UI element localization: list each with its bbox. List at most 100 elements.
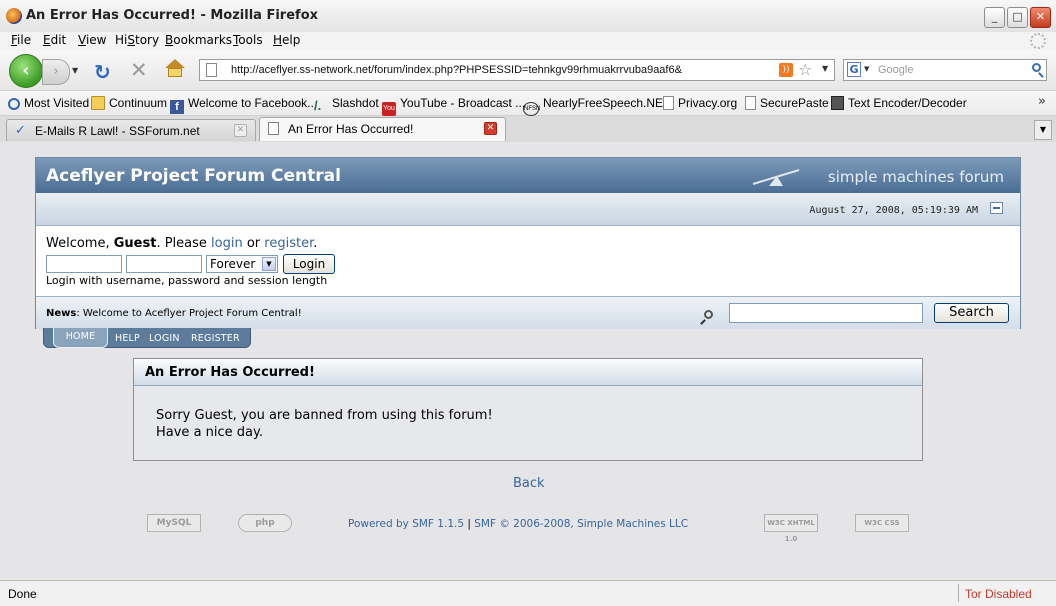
page-icon xyxy=(745,96,756,110)
menu-edit-mnemonic: E xyxy=(43,33,51,47)
welcome-text: Welcome, Guest. Please login or register… xyxy=(46,236,317,251)
date-bar: August 27, 2008, 05:19:39 AM xyxy=(36,193,1020,226)
bookmark-nfsn[interactable]: NFSN NearlyFreeSpeech.NET xyxy=(523,96,670,116)
bookmark-facebook[interactable]: f Welcome to Facebook... xyxy=(170,96,317,114)
bookmark-label: Welcome to Facebook... xyxy=(188,96,318,110)
period-text: . xyxy=(313,236,318,251)
back-link[interactable]: Back xyxy=(513,476,545,491)
session-length-value: Forever xyxy=(210,257,256,271)
menu-tools[interactable]: Tools xyxy=(233,33,263,47)
close-icon[interactable]: ✕ xyxy=(484,122,497,135)
bookmark-label: Continuum xyxy=(109,96,168,110)
footer-separator: | xyxy=(464,518,475,530)
menu-file[interactable]: File xyxy=(11,33,31,47)
encoder-icon xyxy=(831,96,844,110)
url-bar[interactable]: http://aceflyer.ss-network.net/forum/ind… xyxy=(199,59,835,81)
stop-icon[interactable]: ✕ xyxy=(130,58,148,82)
session-length-select[interactable]: Forever ▼ xyxy=(206,255,278,273)
register-link[interactable]: register xyxy=(264,236,313,251)
news-label: News xyxy=(46,308,77,319)
slashdot-icon: /. xyxy=(314,98,322,113)
bookmark-securepaste[interactable]: SecurePaste xyxy=(745,96,829,110)
nav-tab-register[interactable]: REGISTER xyxy=(191,333,240,344)
nav-tab-home[interactable]: HOME xyxy=(53,328,108,348)
forum-search-input[interactable] xyxy=(729,303,923,323)
forum-title: Aceflyer Project Forum Central xyxy=(46,166,341,186)
history-dropdown-icon[interactable]: ▼ xyxy=(72,66,78,75)
menu-history[interactable]: HiStory xyxy=(115,33,159,47)
login-button[interactable]: Login xyxy=(283,254,335,274)
menu-tools-mnemonic: T xyxy=(233,33,239,47)
bookmark-youtube[interactable]: You YouTube - Broadcast ... xyxy=(382,96,525,116)
url-text[interactable]: http://aceflyer.ss-network.net/forum/ind… xyxy=(231,64,682,76)
window-title: An Error Has Occurred! - Mozilla Firefox xyxy=(26,8,319,23)
maximize-button[interactable]: □ xyxy=(1007,7,1028,28)
nav-tab-login[interactable]: LOGIN xyxy=(149,333,180,344)
chevron-down-icon: ▼ xyxy=(262,257,276,271)
chevron-right-icon[interactable]: » xyxy=(1038,94,1046,109)
home-roof-shape xyxy=(165,59,185,68)
home-body-shape xyxy=(168,68,182,77)
menu-help[interactable]: Help xyxy=(273,33,300,47)
search-icon[interactable] xyxy=(1032,63,1041,72)
search-icon xyxy=(704,310,713,319)
error-line-1: Sorry Guest, you are banned from using t… xyxy=(156,408,493,423)
web-search-box[interactable]: G ▼ Google xyxy=(843,59,1047,81)
forum-search-button[interactable]: Search xyxy=(934,303,1009,323)
bookmark-privacy-org[interactable]: Privacy.org xyxy=(663,96,737,110)
mysql-badge[interactable]: MySQL xyxy=(147,514,201,532)
php-badge[interactable]: php xyxy=(238,514,292,532)
w3c-xhtml-badge[interactable]: W3C XHTML 1.0 xyxy=(764,514,818,543)
menu-bar: File Edit View HiStory Bookmarks Tools H… xyxy=(0,32,1056,50)
back-button[interactable]: ‹ xyxy=(9,54,43,88)
bookmark-continuum[interactable]: Continuum xyxy=(91,96,167,110)
menu-edit[interactable]: Edit xyxy=(43,33,66,47)
menu-help-mnemonic: H xyxy=(273,33,283,47)
url-dropdown-icon[interactable]: ▼ xyxy=(822,64,828,73)
password-input[interactable] xyxy=(126,255,202,273)
username-input[interactable] xyxy=(46,255,122,273)
close-button[interactable]: ✕ xyxy=(1030,7,1051,28)
home-icon[interactable] xyxy=(165,59,185,79)
w3c-css-badge[interactable]: W3C CSS xyxy=(855,514,909,532)
tab-error[interactable]: An Error Has Occurred! ✕ xyxy=(259,117,506,141)
bookmark-label: Most Visited xyxy=(24,96,90,110)
bookmark-label: NearlyFreeSpeech.NET xyxy=(543,96,671,110)
powered-by-link[interactable]: Powered by SMF 1.1.5 xyxy=(348,518,464,530)
close-icon[interactable]: ✕ xyxy=(234,124,247,137)
search-engine-dropdown-icon[interactable]: ▼ xyxy=(864,65,869,73)
bookmark-star-icon[interactable]: ☆ xyxy=(798,60,812,79)
status-bar: Done Tor Disabled xyxy=(0,580,1056,606)
error-title: An Error Has Occurred! xyxy=(145,365,315,380)
reload-icon[interactable]: ↻ xyxy=(94,60,111,84)
bookmark-text-encoder[interactable]: Text Encoder/Decoder xyxy=(831,96,967,110)
title-bar: An Error Has Occurred! - Mozilla Firefox… xyxy=(0,0,1056,33)
copyright-link[interactable]: SMF © 2006-2008, Simple Machines LLC xyxy=(474,518,688,530)
welcome-prefix: Welcome, xyxy=(46,236,114,251)
search-placeholder: Google xyxy=(878,64,914,76)
bookmark-slashdot[interactable]: /. Slashdot xyxy=(314,96,379,113)
back-arrow-icon: ‹ xyxy=(22,60,30,81)
bookmark-most-visited[interactable]: Most Visited xyxy=(8,96,89,110)
throbber-icon xyxy=(1030,33,1046,49)
forum-nav-tabs: HOME HELP LOGIN REGISTER xyxy=(43,328,251,350)
minimize-button[interactable]: _ xyxy=(984,7,1005,28)
login-link[interactable]: login xyxy=(211,236,243,251)
user-area: Welcome, Guest. Please login or register… xyxy=(36,226,1020,296)
nfsn-icon: NFSN xyxy=(523,102,540,116)
google-icon[interactable]: G xyxy=(847,62,861,77)
menu-bookmarks[interactable]: Bookmarks xyxy=(165,33,232,47)
error-message: Sorry Guest, you are banned from using t… xyxy=(156,407,493,441)
firefox-window: An Error Has Occurred! - Mozilla Firefox… xyxy=(0,0,1056,606)
rss-feed-icon[interactable]: )) xyxy=(779,63,793,77)
tor-status[interactable]: Tor Disabled xyxy=(965,587,1032,601)
tab-list-dropdown-icon[interactable]: ▼ xyxy=(1034,120,1052,140)
smf-logo-text: simple machines forum xyxy=(827,168,1004,186)
nav-tab-help[interactable]: HELP xyxy=(115,333,140,344)
collapse-icon[interactable] xyxy=(990,202,1003,214)
forward-button[interactable]: › xyxy=(42,59,70,85)
tab-emails-r-lawl[interactable]: ✓ E-Mails R Lawl! - SSForum.net ✕ xyxy=(6,119,256,141)
page-icon xyxy=(663,96,674,110)
page-content: Aceflyer Project Forum Central simple ma… xyxy=(0,142,1056,579)
menu-view[interactable]: View xyxy=(78,33,106,47)
